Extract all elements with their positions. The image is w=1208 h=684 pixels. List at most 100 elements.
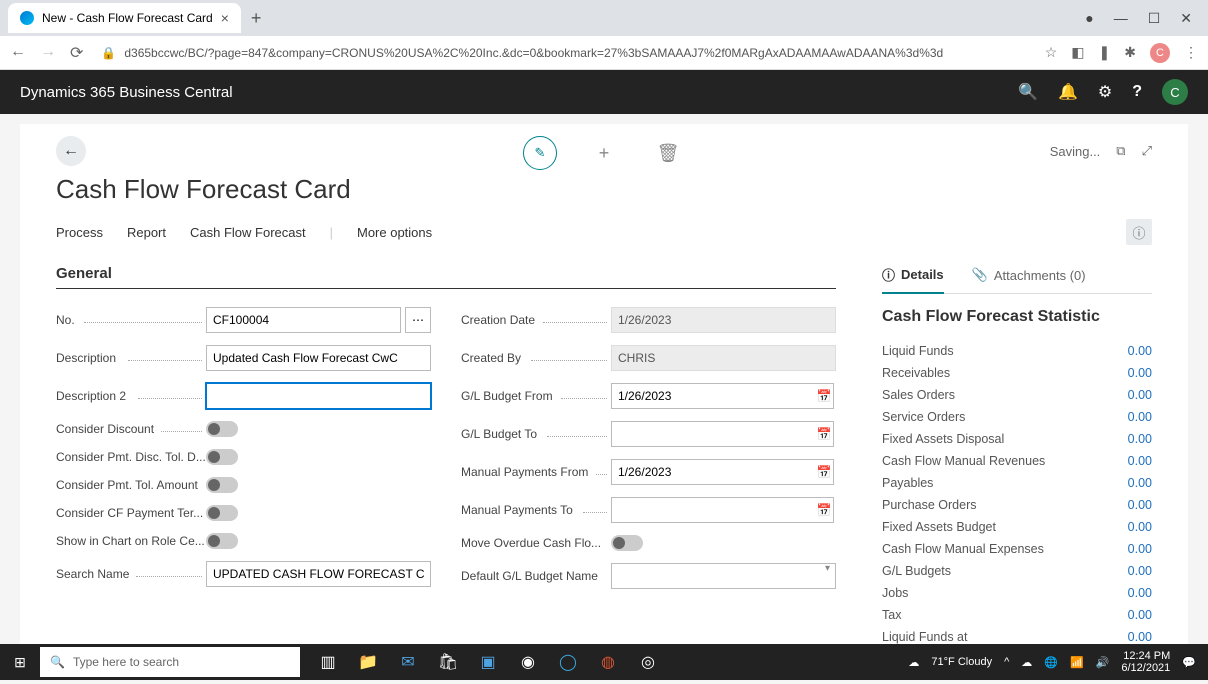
taskbar-search[interactable]: 🔍 Type here to search — [40, 647, 300, 677]
stat-label: Cash Flow Manual Revenues — [882, 454, 1045, 468]
gear-icon[interactable]: ⚙ — [1098, 82, 1112, 102]
tray-clock[interactable]: 12:24 PM 6/12/2021 — [1121, 650, 1170, 674]
stat-label: Purchase Orders — [882, 498, 976, 512]
menu-more-options[interactable]: More options — [357, 225, 432, 240]
stat-row[interactable]: Tax0.00 — [882, 604, 1152, 626]
stat-row[interactable]: Payables0.00 — [882, 472, 1152, 494]
browser-tab[interactable]: New - Cash Flow Forecast Card × — [8, 3, 241, 33]
search-icon: 🔍 — [50, 655, 65, 669]
onedrive-icon[interactable]: ☁ — [1021, 656, 1032, 669]
toggle-consider-cf[interactable] — [206, 505, 238, 521]
label-search-name: Search Name — [56, 567, 206, 581]
new-tab-button[interactable]: + — [241, 8, 272, 29]
input-description[interactable] — [206, 345, 431, 371]
label-manual-from: Manual Payments From — [461, 465, 611, 479]
input-no[interactable] — [206, 307, 401, 333]
reload-icon[interactable]: ⟳ — [70, 43, 83, 63]
star-icon[interactable]: ☆ — [1045, 44, 1058, 61]
edge-icon[interactable]: ◯ — [550, 644, 586, 680]
user-avatar[interactable]: C — [1162, 79, 1188, 105]
delete-button[interactable]: 🗑 — [651, 136, 685, 170]
stat-row[interactable]: Cash Flow Manual Expenses0.00 — [882, 538, 1152, 560]
stat-label: Cash Flow Manual Expenses — [882, 542, 1044, 556]
back-button[interactable]: ← — [56, 136, 86, 166]
notifications-icon[interactable]: 💬 — [1182, 656, 1196, 669]
file-explorer-icon[interactable]: 📁 — [350, 644, 386, 680]
input-manual-from[interactable] — [611, 459, 834, 485]
toggle-consider-discount[interactable] — [206, 421, 238, 437]
store-icon[interactable]: 🛍 — [430, 644, 466, 680]
maximize-icon[interactable]: ☐ — [1148, 10, 1161, 27]
menu-process[interactable]: Process — [56, 225, 103, 240]
tray-chevron-icon[interactable]: ^ — [1004, 656, 1009, 668]
stat-row[interactable]: Purchase Orders0.00 — [882, 494, 1152, 516]
extension-2-icon[interactable]: ❚ — [1099, 44, 1111, 61]
stat-row[interactable]: Jobs0.00 — [882, 582, 1152, 604]
start-button[interactable]: ⊞ — [0, 644, 40, 680]
stat-row[interactable]: Fixed Assets Disposal0.00 — [882, 428, 1152, 450]
url-bar[interactable]: 🔒 d365bccwc/BC/?page=847&company=CRONUS%… — [95, 46, 1032, 60]
stat-row[interactable]: Cash Flow Manual Revenues0.00 — [882, 450, 1152, 472]
forward-arrow-icon[interactable]: → — [40, 43, 56, 63]
stat-row[interactable]: Service Orders0.00 — [882, 406, 1152, 428]
toggle-show-chart[interactable] — [206, 533, 238, 549]
stat-label: Fixed Assets Budget — [882, 520, 996, 534]
terminal-icon[interactable]: ▣ — [470, 644, 506, 680]
extension-1-icon[interactable]: ◧ — [1071, 44, 1084, 61]
stat-row[interactable]: Liquid Funds0.00 — [882, 340, 1152, 362]
help-icon[interactable]: ? — [1132, 83, 1142, 101]
stat-label: Liquid Funds at — [882, 630, 967, 644]
new-button[interactable]: + — [587, 136, 621, 170]
weather-icon[interactable]: ☁ — [908, 656, 919, 669]
search-icon[interactable]: 🔍 — [1018, 82, 1038, 102]
powerpoint-icon[interactable]: ◍ — [590, 644, 626, 680]
tab-details[interactable]: ⓘ Details — [882, 265, 944, 294]
wifi-icon[interactable]: 📶 — [1070, 656, 1084, 669]
mail-icon[interactable]: ✉ — [390, 644, 426, 680]
stat-row[interactable]: Sales Orders0.00 — [882, 384, 1152, 406]
menu-report[interactable]: Report — [127, 225, 166, 240]
popout-icon[interactable]: ⧉ — [1116, 143, 1125, 159]
account-dot-icon[interactable]: ● — [1085, 10, 1093, 27]
network-icon[interactable]: 🌐 — [1044, 656, 1058, 669]
input-gl-from[interactable] — [611, 383, 834, 409]
edit-button[interactable]: ✎ — [523, 136, 557, 170]
tab-close-icon[interactable]: × — [221, 10, 229, 26]
bell-icon[interactable]: 🔔 — [1058, 82, 1078, 102]
stat-row[interactable]: Receivables0.00 — [882, 362, 1152, 384]
label-default-budget: Default G/L Budget Name — [461, 569, 611, 583]
minimize-icon[interactable]: — — [1114, 10, 1128, 27]
stat-value: 0.00 — [1128, 388, 1152, 402]
chrome-icon[interactable]: ◉ — [510, 644, 546, 680]
collapse-icon[interactable]: ⤢ — [1142, 143, 1152, 159]
toggle-consider-pmt-disc[interactable] — [206, 449, 238, 465]
lock-icon: 🔒 — [101, 46, 116, 60]
label-no: No. — [56, 313, 206, 327]
stat-label: Fixed Assets Disposal — [882, 432, 1004, 446]
toggle-move-overdue[interactable] — [611, 535, 643, 551]
profile-avatar-icon[interactable]: C — [1150, 43, 1170, 63]
weather-text[interactable]: 71°F Cloudy — [931, 656, 992, 668]
input-gl-to[interactable] — [611, 421, 834, 447]
input-search-name[interactable] — [206, 561, 431, 587]
stat-row[interactable]: G/L Budgets0.00 — [882, 560, 1152, 582]
close-window-icon[interactable]: ✕ — [1180, 10, 1192, 27]
lookup-no-button[interactable]: ⋯ — [405, 307, 431, 333]
info-icon: ⓘ — [882, 265, 895, 284]
input-default-budget[interactable] — [611, 563, 836, 589]
menu-cash-flow-forecast[interactable]: Cash Flow Forecast — [190, 225, 306, 240]
task-view-icon[interactable]: ▥ — [310, 644, 346, 680]
back-arrow-icon[interactable]: ← — [10, 43, 26, 63]
extensions-icon[interactable]: ✱ — [1124, 44, 1136, 61]
toggle-consider-pmt-tol[interactable] — [206, 477, 238, 493]
stat-row[interactable]: Fixed Assets Budget0.00 — [882, 516, 1152, 538]
label-consider-cf: Consider CF Payment Ter... — [56, 506, 206, 520]
input-manual-to[interactable] — [611, 497, 834, 523]
info-button[interactable]: ⓘ — [1126, 219, 1152, 245]
browser-menu-icon[interactable]: ⋮ — [1184, 44, 1198, 61]
app-icon[interactable]: ◎ — [630, 644, 666, 680]
tab-attachments[interactable]: 📎 Attachments (0) — [972, 267, 1086, 291]
input-description2[interactable] — [206, 383, 431, 409]
volume-icon[interactable]: 🔊 — [1096, 656, 1110, 669]
stat-label: Jobs — [882, 586, 908, 600]
